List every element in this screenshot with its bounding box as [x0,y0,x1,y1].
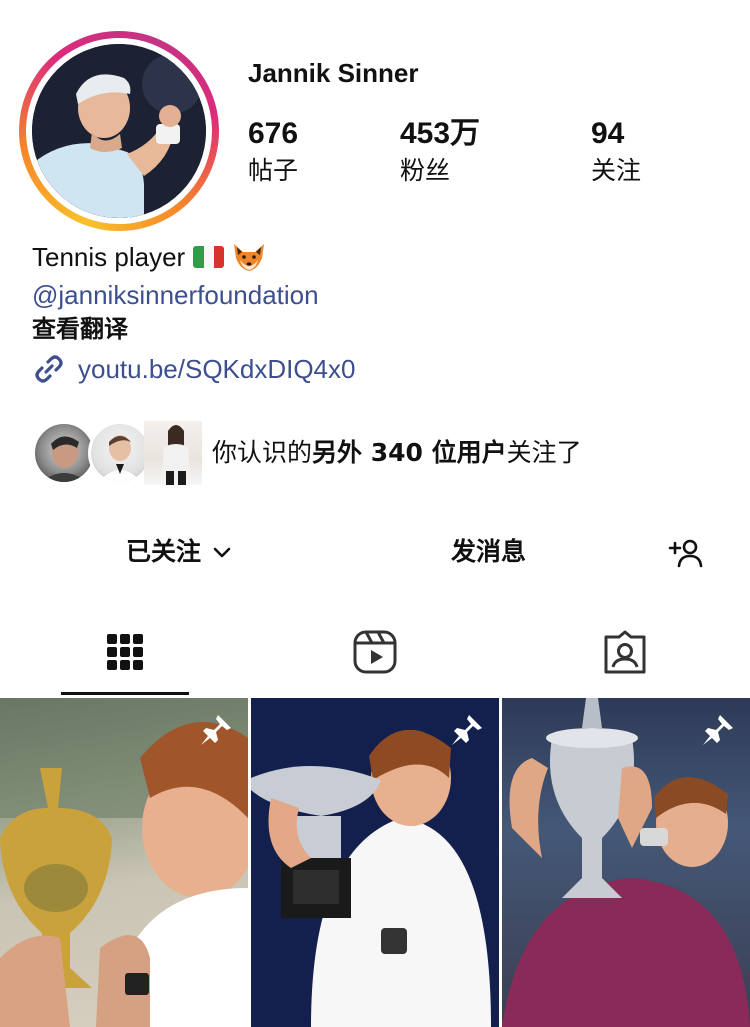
grid-icon [107,634,143,670]
tab-tagged[interactable] [601,628,649,676]
post-thumbnail[interactable] [502,698,750,1027]
pin-icon [703,715,733,745]
chevron-down-icon [213,547,231,558]
tab-reels[interactable] [351,628,399,676]
tab-posts-grid[interactable] [101,628,149,676]
message-button[interactable]: 发消息 [451,534,526,570]
add-user-button[interactable] [666,536,706,570]
following-button[interactable]: 已关注 [126,534,233,570]
post-thumbnail[interactable] [0,698,248,1027]
mutual-avatar [32,421,96,485]
following-label: 已关注 [126,537,202,566]
mutual-followers-text[interactable]: 你认识的另外 340 位用户关注了 [212,436,582,470]
avatar[interactable] [32,44,206,218]
bio-link-text: youtu.be/SQKdxDIQ4x0 [78,354,356,384]
message-label: 发消息 [451,537,527,566]
profile-avatar-ring[interactable] [19,31,219,231]
active-tab-indicator [61,692,189,695]
bio-external-link[interactable]: youtu.be/SQKdxDIQ4x0 [32,352,355,386]
see-translation-link[interactable]: 查看翻译 [32,312,128,346]
post-thumbnail[interactable] [251,698,499,1027]
pin-icon [452,715,482,745]
stat-posts[interactable]: 676 帖子 [248,116,298,188]
followers-count: 453万 [400,117,481,150]
mutual-prefix: 你认识的 [212,438,313,467]
followers-label: 粉丝 [400,156,451,185]
reels-icon [353,630,397,674]
bio-text: Tennis player [32,242,186,272]
avatar-photo [32,44,206,218]
mutual-avatar [144,421,202,485]
posts-count: 676 [248,117,299,150]
mutual-count: 另外 340 位用户 [312,438,507,467]
pin-icon [201,715,231,745]
italy-flag-icon [193,246,225,268]
mutual-avatar [88,421,152,485]
following-label: 关注 [591,156,642,185]
mutual-followers-avatars[interactable] [32,421,202,487]
mutual-suffix: 关注了 [506,438,582,467]
following-count: 94 [591,117,625,150]
add-user-icon [668,539,703,568]
stat-following[interactable]: 94 关注 [591,116,641,188]
stat-followers[interactable]: 453万 粉丝 [400,116,480,188]
fox-face-icon [234,244,265,271]
tagged-icon [604,630,646,674]
display-name: Jannik Sinner [248,58,419,88]
posts-label: 帖子 [248,156,299,185]
link-icon [35,355,63,383]
bio-mention-link[interactable]: @janniksinnerfoundation [32,278,319,312]
bio-line: Tennis player [32,240,266,274]
